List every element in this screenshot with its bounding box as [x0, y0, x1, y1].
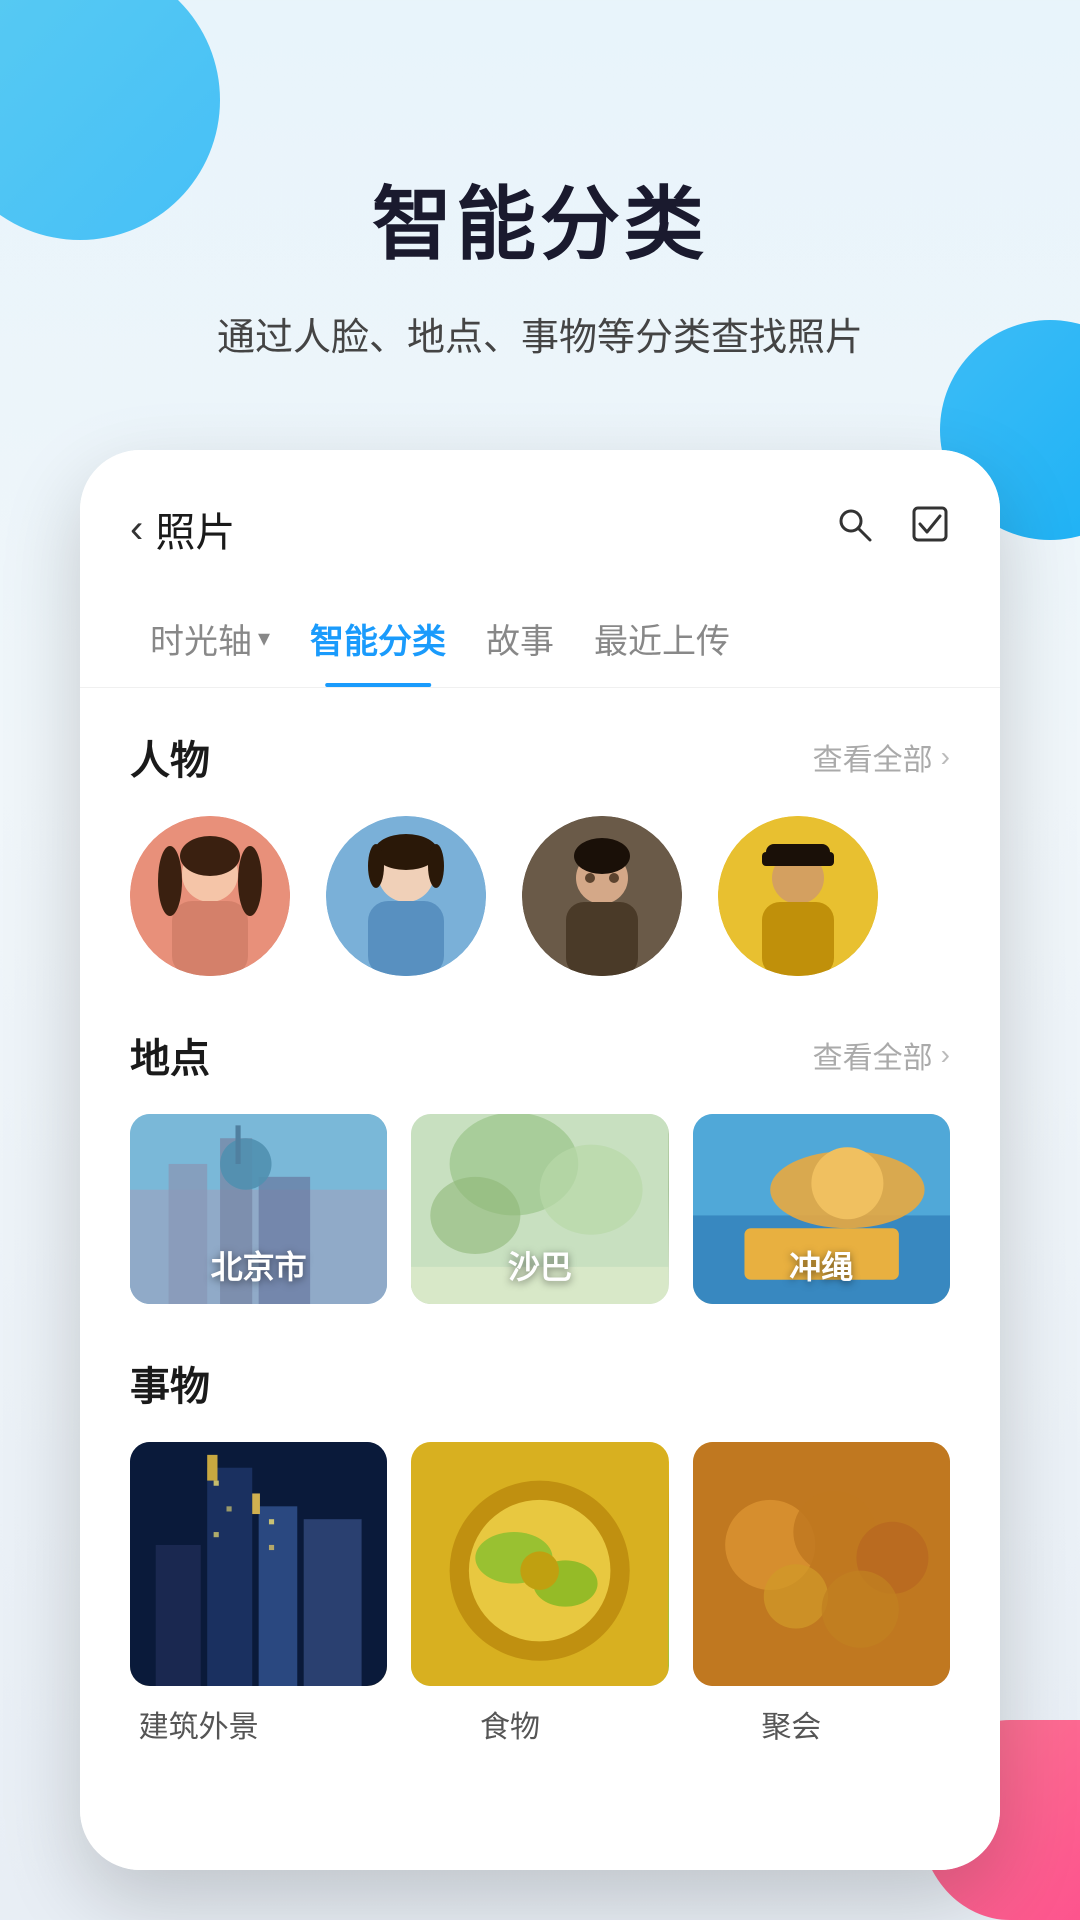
- person-avatar-2[interactable]: [326, 816, 486, 976]
- places-row: 北京市 沙巴: [130, 1114, 950, 1304]
- back-chevron-icon: ‹: [130, 507, 143, 552]
- places-title: 地点: [130, 1026, 210, 1084]
- food-label: 食物: [480, 1702, 540, 1746]
- party-bg: [693, 1442, 950, 1686]
- avatar-image-3: [522, 816, 682, 976]
- architecture-bg: [130, 1442, 387, 1686]
- thing-card-food[interactable]: [411, 1442, 668, 1686]
- tabs-row: 时光轴 ▾ 智能分类 故事 最近上传: [80, 578, 1000, 688]
- select-icon[interactable]: [910, 504, 950, 554]
- party-label: 聚会: [761, 1702, 821, 1746]
- beijing-label: 北京市: [211, 1242, 307, 1288]
- sub-title: 通过人脸、地点、事物等分类查找照片: [0, 306, 1080, 361]
- tab-smart-classify[interactable]: 智能分类: [290, 598, 466, 687]
- people-row: [130, 816, 950, 976]
- okinawa-label: 冲绳: [789, 1242, 853, 1288]
- main-title: 智能分类: [0, 160, 1080, 276]
- content-area: 人物 查看全部 ›: [80, 688, 1000, 1870]
- places-see-all-arrow-icon: ›: [941, 1039, 950, 1071]
- places-section: 地点 查看全部 ›: [130, 1026, 950, 1304]
- tab-timeline-label: 时光轴 ▾: [150, 614, 270, 663]
- header-section: 智能分类 通过人脸、地点、事物等分类查找照片: [0, 0, 1080, 421]
- places-section-header: 地点 查看全部 ›: [130, 1026, 950, 1084]
- things-section: 事物: [130, 1354, 950, 1746]
- tab-recent-upload[interactable]: 最近上传: [574, 598, 750, 687]
- header-icons: [834, 504, 950, 554]
- thing-card-architecture[interactable]: [130, 1442, 387, 1686]
- thing-card-party[interactable]: [693, 1442, 950, 1686]
- person-avatar-3[interactable]: [522, 816, 682, 976]
- phone-mockup: ‹ 照片: [80, 450, 1000, 1870]
- dropdown-arrow-icon: ▾: [258, 624, 270, 653]
- places-see-all-btn[interactable]: 查看全部 ›: [813, 1033, 950, 1077]
- see-all-arrow-icon: ›: [941, 741, 950, 773]
- architecture-label: 建筑外景: [139, 1702, 259, 1746]
- place-card-okinawa[interactable]: 冲绳: [693, 1114, 950, 1304]
- nav-title: 照片: [155, 500, 235, 558]
- people-section-header: 人物 查看全部 ›: [130, 728, 950, 786]
- things-row: 建筑外景: [130, 1442, 950, 1746]
- back-button[interactable]: ‹ 照片: [130, 500, 235, 558]
- things-title: 事物: [130, 1354, 210, 1412]
- tab-story[interactable]: 故事: [466, 598, 574, 687]
- search-icon[interactable]: [834, 504, 874, 554]
- phone-nav-bar: ‹ 照片: [80, 450, 1000, 578]
- avatar-image-2: [326, 816, 486, 976]
- person-avatar-4[interactable]: [718, 816, 878, 976]
- things-section-header: 事物: [130, 1354, 950, 1412]
- shaba-label: 沙巴: [508, 1242, 572, 1288]
- avatar-image-4: [718, 816, 878, 976]
- people-see-all-btn[interactable]: 查看全部 ›: [813, 735, 950, 779]
- people-section: 人物 查看全部 ›: [130, 728, 950, 976]
- phone-container: ‹ 照片: [80, 450, 1000, 1920]
- tab-timeline[interactable]: 时光轴 ▾: [130, 598, 290, 687]
- person-avatar-1[interactable]: [130, 816, 290, 976]
- place-card-shaba[interactable]: 沙巴: [411, 1114, 668, 1304]
- people-title: 人物: [130, 728, 210, 786]
- place-card-beijing[interactable]: 北京市: [130, 1114, 387, 1304]
- avatar-image-1: [130, 816, 290, 976]
- food-bg: [411, 1442, 668, 1686]
